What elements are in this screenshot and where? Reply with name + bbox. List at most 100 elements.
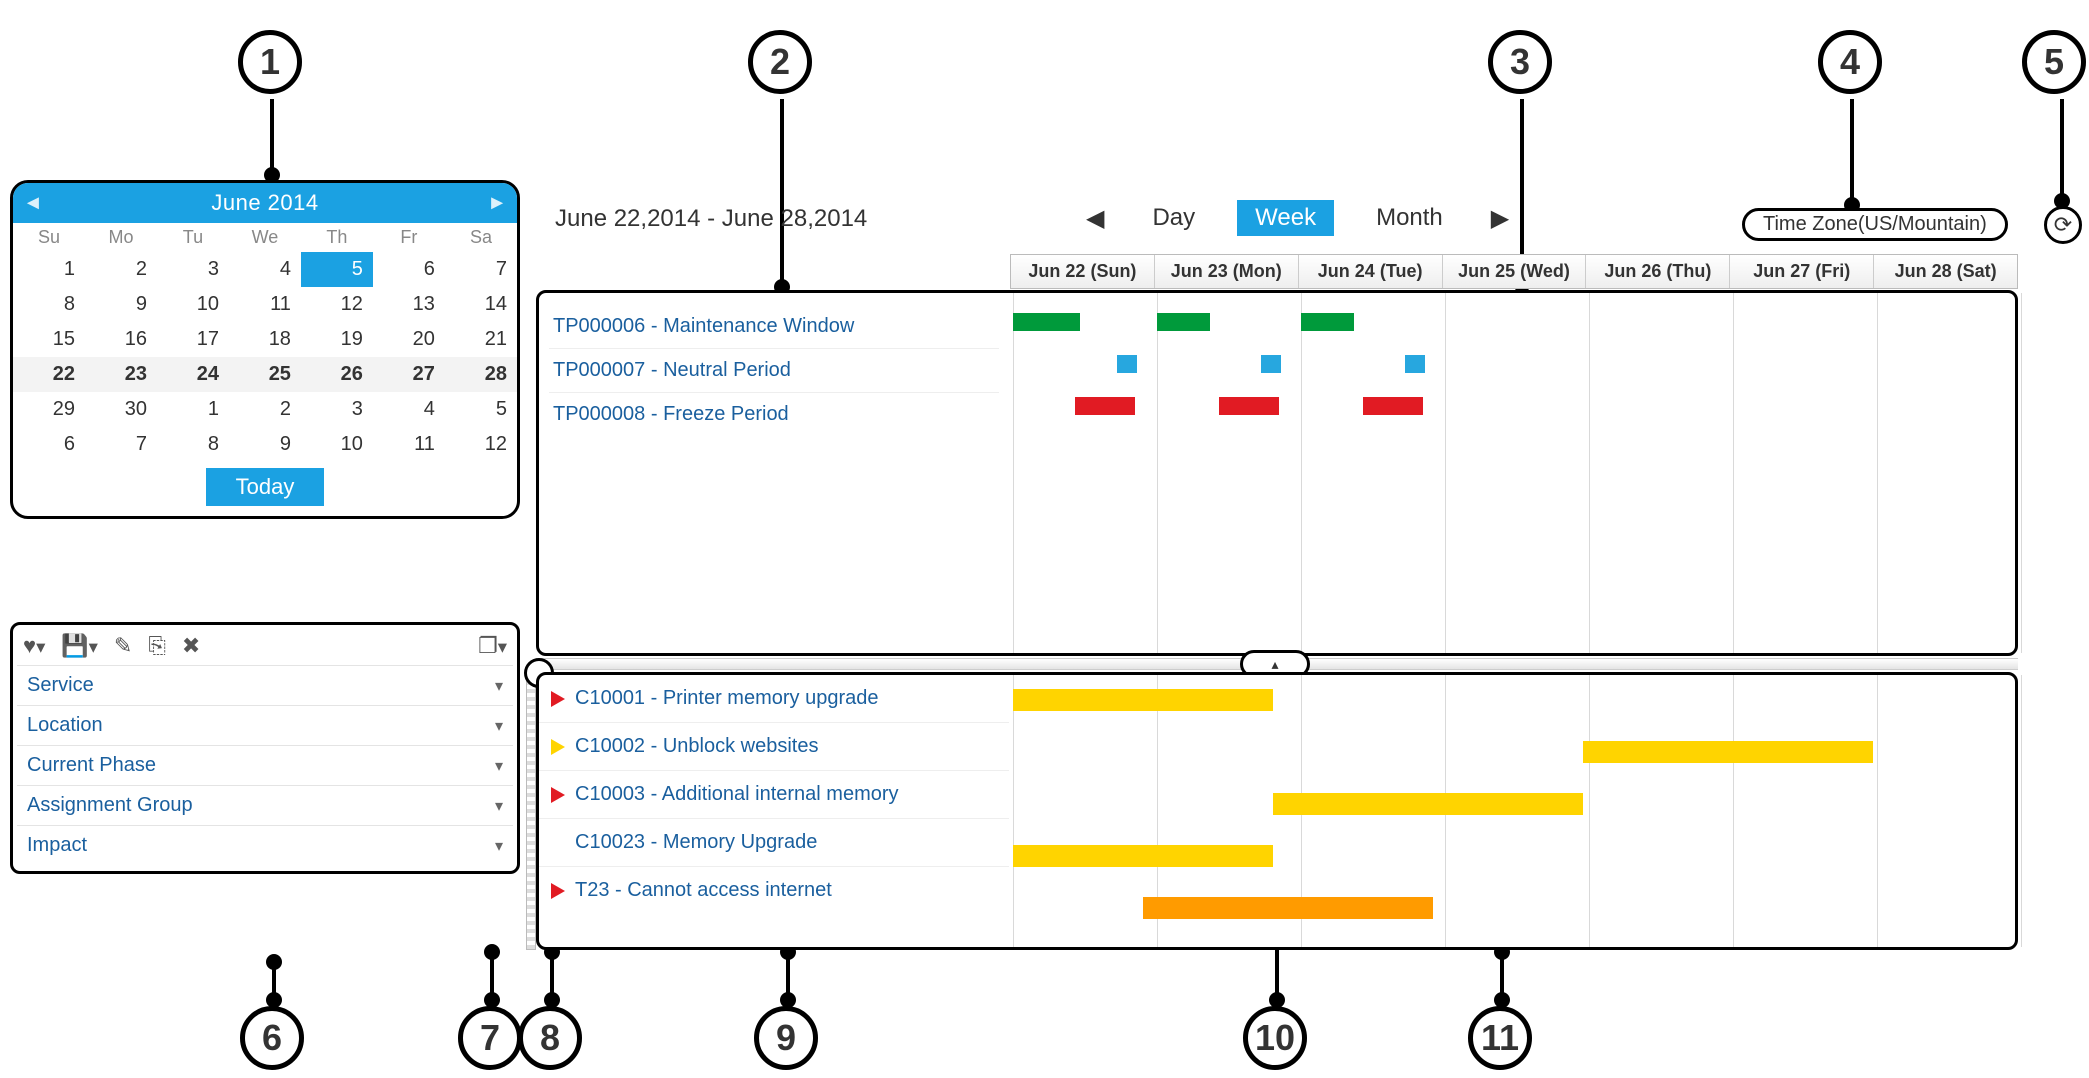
view-week[interactable]: Week <box>1237 200 1334 236</box>
record-bar[interactable] <box>1013 845 1273 867</box>
record-item[interactable]: C10002 - Unblock websites <box>539 722 1009 770</box>
callout-11: 11 <box>1468 1006 1532 1070</box>
pages-icon[interactable]: ❐▾ <box>478 633 507 659</box>
record-bar[interactable] <box>1583 741 1873 763</box>
filter-item[interactable]: Service▾ <box>17 665 513 705</box>
view-month[interactable]: Month <box>1358 200 1461 236</box>
calendar-cell[interactable]: 7 <box>85 427 157 462</box>
timeline-column: Jun 23 (Mon) <box>1155 255 1299 288</box>
prev-range-icon[interactable]: ◀ <box>1080 204 1110 233</box>
export-icon[interactable]: ⎘ <box>148 633 166 659</box>
calendar-cell[interactable]: 16 <box>85 322 157 357</box>
filter-list: Service▾Location▾Current Phase▾Assignmen… <box>17 665 513 865</box>
calendar-cell[interactable]: 17 <box>157 322 229 357</box>
calendar-cell[interactable]: 23 <box>85 357 157 392</box>
record-bar[interactable] <box>1143 897 1433 919</box>
record-item[interactable]: C10001 - Printer memory upgrade <box>539 675 1009 722</box>
calendar-cell[interactable]: 7 <box>445 252 517 287</box>
timeline-top[interactable] <box>1013 293 2015 653</box>
calendar-cell[interactable]: 6 <box>13 427 85 462</box>
calendar-cell[interactable]: 9 <box>85 287 157 322</box>
calendar-cell[interactable]: 18 <box>229 322 301 357</box>
filter-item[interactable]: Impact▾ <box>17 825 513 865</box>
calendar-cell[interactable]: 27 <box>373 357 445 392</box>
period-bar[interactable] <box>1219 397 1279 415</box>
record-item[interactable]: C10003 - Additional internal memory <box>539 770 1009 818</box>
period-bar[interactable] <box>1405 355 1425 373</box>
next-range-icon[interactable]: ▶ <box>1485 204 1515 233</box>
timeline-column: Jun 28 (Sat) <box>1874 255 2017 288</box>
today-button[interactable]: Today <box>206 468 325 506</box>
period-bar[interactable] <box>1261 355 1281 373</box>
filter-item[interactable]: Assignment Group▾ <box>17 785 513 825</box>
period-bar[interactable] <box>1157 313 1210 331</box>
calendar-cell[interactable]: 4 <box>229 252 301 287</box>
record-item[interactable]: C10023 - Memory Upgrade <box>539 818 1009 866</box>
prev-month-icon[interactable]: ◄ <box>23 192 43 215</box>
calendar-cell[interactable]: 10 <box>301 427 373 462</box>
calendar-cell[interactable]: 19 <box>301 322 373 357</box>
calendar-cell[interactable]: 9 <box>229 427 301 462</box>
view-day[interactable]: Day <box>1134 200 1213 236</box>
next-month-icon[interactable]: ► <box>487 192 507 215</box>
filter-item[interactable]: Location▾ <box>17 705 513 745</box>
calendar-cell[interactable]: 26 <box>301 357 373 392</box>
period-bar[interactable] <box>1363 397 1423 415</box>
calendar-cell[interactable]: 3 <box>157 252 229 287</box>
calendar-dow: We <box>229 223 301 252</box>
record-bar[interactable] <box>1013 689 1273 711</box>
period-bar[interactable] <box>1117 355 1137 373</box>
period-bar[interactable] <box>1075 397 1135 415</box>
calendar-cell[interactable]: 5 <box>445 392 517 427</box>
timeline-column: Jun 24 (Tue) <box>1299 255 1443 288</box>
calendar-cell[interactable]: 8 <box>157 427 229 462</box>
calendar-cell[interactable]: 3 <box>301 392 373 427</box>
calendar-cell[interactable]: 25 <box>229 357 301 392</box>
calendar-cell[interactable]: 12 <box>445 427 517 462</box>
record-item[interactable]: T23 - Cannot access internet <box>539 866 1009 914</box>
favorite-icon[interactable]: ♥▾ <box>23 633 45 659</box>
timeline-column: Jun 25 (Wed) <box>1443 255 1587 288</box>
timeline-bottom[interactable] <box>1013 675 2015 947</box>
calendar-grid[interactable]: SuMoTuWeThFrSa 1234567891011121314151617… <box>13 223 517 462</box>
calendar-cell[interactable]: 5 <box>301 252 373 287</box>
delete-icon[interactable]: ✖ <box>182 633 200 659</box>
calendar-cell[interactable]: 6 <box>373 252 445 287</box>
calendar-cell[interactable]: 4 <box>373 392 445 427</box>
refresh-icon[interactable]: ⟳ <box>2044 206 2082 244</box>
calendar-cell[interactable]: 29 <box>13 392 85 427</box>
filter-item[interactable]: Current Phase▾ <box>17 745 513 785</box>
calendar-cell[interactable]: 11 <box>229 287 301 322</box>
calendar-cell[interactable]: 13 <box>373 287 445 322</box>
edit-icon[interactable]: ✎ <box>114 633 132 659</box>
calendar-cell[interactable]: 21 <box>445 322 517 357</box>
calendar-cell[interactable]: 14 <box>445 287 517 322</box>
period-bar[interactable] <box>1013 313 1080 331</box>
calendar-cell[interactable]: 22 <box>13 357 85 392</box>
record-bar[interactable] <box>1273 793 1583 815</box>
period-item[interactable]: TP000008 - Freeze Period <box>549 392 999 436</box>
calendar-cell[interactable]: 1 <box>157 392 229 427</box>
period-bar[interactable] <box>1301 313 1354 331</box>
callout-5: 5 <box>2022 30 2086 94</box>
period-item[interactable]: TP000007 - Neutral Period <box>549 348 999 392</box>
calendar-cell[interactable]: 8 <box>13 287 85 322</box>
calendar-cell[interactable]: 15 <box>13 322 85 357</box>
collapsed-left-strip[interactable] <box>526 672 536 950</box>
calendar-cell[interactable]: 10 <box>157 287 229 322</box>
period-item[interactable]: TP000006 - Maintenance Window <box>549 305 999 348</box>
time-zone-selector[interactable]: Time Zone(US/Mountain) <box>1742 208 2008 241</box>
save-icon[interactable]: 💾▾ <box>61 633 98 659</box>
calendar-cell[interactable]: 2 <box>229 392 301 427</box>
calendar-cell[interactable]: 11 <box>373 427 445 462</box>
record-label: T23 - Cannot access internet <box>575 879 832 902</box>
flag-icon <box>551 787 565 803</box>
calendar-cell[interactable]: 1 <box>13 252 85 287</box>
calendar-cell[interactable]: 28 <box>445 357 517 392</box>
calendar-cell[interactable]: 2 <box>85 252 157 287</box>
callout-1: 1 <box>238 30 302 94</box>
calendar-cell[interactable]: 20 <box>373 322 445 357</box>
calendar-cell[interactable]: 12 <box>301 287 373 322</box>
calendar-cell[interactable]: 24 <box>157 357 229 392</box>
calendar-cell[interactable]: 30 <box>85 392 157 427</box>
